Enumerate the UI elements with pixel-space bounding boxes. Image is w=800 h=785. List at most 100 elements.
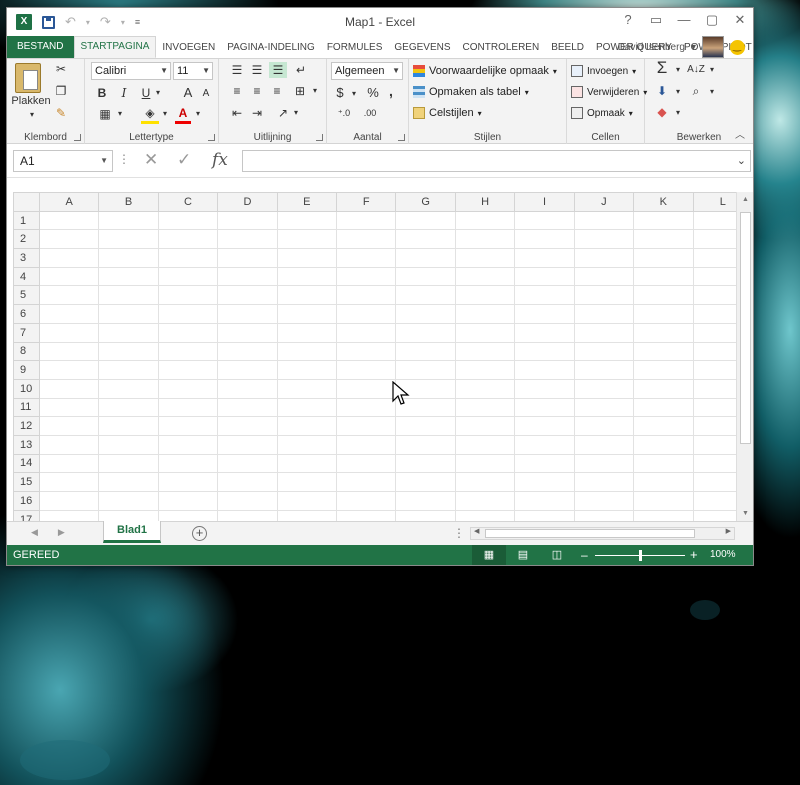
enter-icon[interactable]: ✓ — [177, 150, 191, 170]
tab-insert[interactable]: INVOEGEN — [156, 38, 221, 58]
cell-j16[interactable] — [573, 491, 635, 511]
row-header-16[interactable]: 16 — [13, 491, 40, 511]
cell-e7[interactable] — [276, 322, 338, 343]
ribbon-display-icon[interactable]: ▭ — [649, 12, 663, 28]
cell-h5[interactable] — [454, 285, 516, 306]
cell-j6[interactable] — [573, 304, 635, 324]
cell-a2[interactable] — [38, 229, 100, 250]
cell-k15[interactable] — [633, 472, 694, 492]
cell-a3[interactable] — [38, 248, 100, 268]
sheet-prev-icon[interactable]: ◀ — [31, 527, 38, 538]
cell-i1[interactable] — [514, 210, 575, 231]
cell-f5[interactable] — [336, 285, 397, 306]
save-icon[interactable] — [42, 15, 55, 29]
clear-dropdown-icon[interactable]: ▾ — [673, 105, 683, 121]
cell-i10[interactable] — [514, 378, 575, 399]
merge-dropdown-icon[interactable]: ▾ — [310, 83, 320, 99]
bold-button[interactable]: B — [95, 85, 109, 101]
cell-j12[interactable] — [573, 416, 635, 436]
cell-h9[interactable] — [454, 360, 516, 380]
cell-k8[interactable] — [633, 341, 694, 362]
cell-styles-button[interactable]: Celstijlen ▾ — [413, 104, 482, 122]
cell-d6[interactable] — [217, 304, 278, 324]
shrink-font-button[interactable]: A — [199, 86, 213, 102]
cell-d7[interactable] — [217, 322, 278, 343]
cell-a10[interactable] — [38, 378, 100, 399]
row-header-6[interactable]: 6 — [13, 304, 40, 324]
cell-b16[interactable] — [98, 491, 159, 511]
cell-j14[interactable] — [573, 453, 635, 474]
cell-g16[interactable] — [395, 491, 456, 511]
cell-h6[interactable] — [454, 304, 516, 324]
undo-dropdown-icon[interactable]: ▾ — [86, 18, 90, 27]
cell-i15[interactable] — [514, 472, 575, 492]
cell-a13[interactable] — [38, 434, 100, 455]
expand-formula-bar-icon[interactable]: ⌄ — [737, 154, 746, 167]
decrease-indent-icon[interactable]: ⇤ — [229, 105, 245, 121]
cell-d8[interactable] — [217, 341, 278, 362]
cell-d15[interactable] — [217, 472, 278, 492]
tab-page-layout[interactable]: PAGINA-INDELING — [221, 38, 321, 58]
cell-h8[interactable] — [454, 341, 516, 362]
cell-c16[interactable] — [157, 491, 219, 511]
row-header-5[interactable]: 5 — [13, 285, 40, 306]
delete-cells-button[interactable]: Verwijderen ▾ — [571, 83, 647, 101]
scroll-left-icon[interactable]: ◀ — [474, 527, 479, 535]
worksheet-grid[interactable]: ABCDEFGHIJKL 1 2 3 4 5 6 7 8 9 10 11 12 13 14 15 16 17 ▲… — [7, 192, 753, 521]
align-left-icon[interactable]: ≡ — [229, 83, 245, 99]
cell-k2[interactable] — [633, 229, 694, 250]
cell-a16[interactable] — [38, 491, 100, 511]
zoom-out-icon[interactable]: – — [581, 548, 588, 562]
column-header-k[interactable]: K — [633, 192, 694, 212]
cell-a15[interactable] — [38, 472, 100, 492]
excel-logo-icon[interactable]: X — [16, 14, 32, 30]
cell-f8[interactable] — [336, 341, 397, 362]
cell-f14[interactable] — [336, 453, 397, 474]
column-header-d[interactable]: D — [217, 192, 278, 212]
cell-e2[interactable] — [276, 229, 338, 250]
autosum-dropdown-icon[interactable]: ▾ — [673, 62, 683, 78]
tab-view[interactable]: BEELD — [545, 38, 590, 58]
cell-a17[interactable] — [38, 509, 100, 521]
borders-icon[interactable]: ▦ — [95, 106, 115, 122]
row-header-12[interactable]: 12 — [13, 416, 40, 436]
cell-j13[interactable] — [573, 434, 635, 455]
number-format-dropdown[interactable]: Algemeen ▼ — [331, 62, 403, 80]
fill-color-icon[interactable]: ◈ — [141, 105, 159, 124]
column-header-c[interactable]: C — [157, 192, 219, 212]
font-color-dropdown-icon[interactable]: ▾ — [193, 106, 203, 122]
cell-g14[interactable] — [395, 453, 456, 474]
normal-view-icon[interactable]: ▦ — [472, 545, 506, 565]
cell-g15[interactable] — [395, 472, 456, 492]
cell-b11[interactable] — [98, 397, 159, 418]
font-size-dropdown[interactable]: 11 ▼ — [173, 62, 213, 80]
cell-c6[interactable] — [157, 304, 219, 324]
cell-b4[interactable] — [98, 266, 159, 287]
cell-g3[interactable] — [395, 248, 456, 268]
cell-d13[interactable] — [217, 434, 278, 455]
tab-formulas[interactable]: FORMULES — [321, 38, 389, 58]
cell-i2[interactable] — [514, 229, 575, 250]
conditional-formatting-button[interactable]: Voorwaardelijke opmaak ▾ — [413, 62, 557, 80]
cell-d5[interactable] — [217, 285, 278, 306]
column-header-f[interactable]: F — [336, 192, 397, 212]
cell-a4[interactable] — [38, 266, 100, 287]
cell-g9[interactable] — [395, 360, 456, 380]
cell-k4[interactable] — [633, 266, 694, 287]
cell-j1[interactable] — [573, 210, 635, 231]
cell-a11[interactable] — [38, 397, 100, 418]
cell-j8[interactable] — [573, 341, 635, 362]
cell-e14[interactable] — [276, 453, 338, 474]
cell-d9[interactable] — [217, 360, 278, 380]
cell-k3[interactable] — [633, 248, 694, 268]
comma-style-button[interactable]: , — [385, 83, 397, 99]
cell-b9[interactable] — [98, 360, 159, 380]
align-bottom-icon[interactable]: ☰ — [269, 62, 287, 78]
zoom-slider-knob[interactable] — [639, 550, 642, 561]
column-header-e[interactable]: E — [276, 192, 338, 212]
zoom-level[interactable]: 100% — [710, 549, 736, 560]
fill-dropdown-icon[interactable]: ▾ — [673, 84, 683, 100]
cell-c9[interactable] — [157, 360, 219, 380]
help-icon[interactable]: ? — [621, 12, 635, 28]
cell-e1[interactable] — [276, 210, 338, 231]
